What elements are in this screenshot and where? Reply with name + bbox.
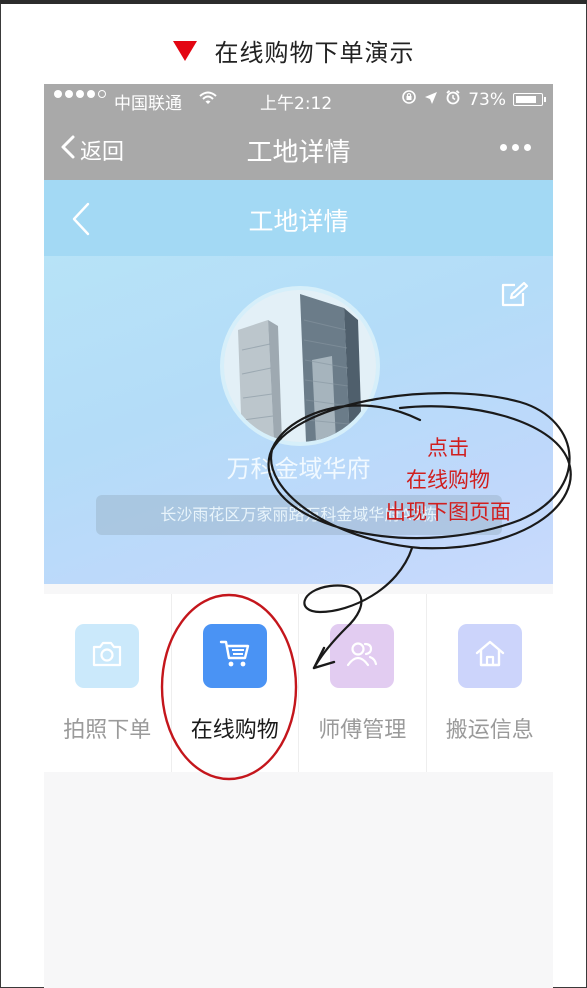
annotation-line-3: 出现下图页面: [385, 500, 511, 524]
cart-icon: [218, 638, 252, 674]
action-label: 搬运信息: [445, 718, 534, 743]
status-time: 上午2:12: [260, 94, 333, 114]
top-border: [0, 0, 587, 4]
camera-icon: [90, 640, 124, 672]
annotation-line-2: 在线购物: [406, 468, 490, 492]
battery-icon: [513, 93, 546, 106]
location-icon: [424, 90, 438, 110]
carrier-name: 中国联通: [114, 94, 182, 114]
status-right: 73%: [401, 89, 546, 110]
nav-title: 工地详情: [246, 138, 351, 168]
alarm-icon: [445, 89, 461, 110]
annotation-line-1: 点击: [427, 436, 469, 460]
users-icon: [345, 639, 379, 673]
action-moving-info[interactable]: 搬运信息: [427, 594, 554, 772]
home-icon: [474, 639, 506, 673]
nav-bar: 返回 工地详情: [44, 118, 553, 180]
action-label: 师傅管理: [318, 718, 407, 743]
more-icon[interactable]: [500, 144, 531, 151]
phone-screen: 中国联通 上午2:12 73% 返回 工地详情 工地详情 万科金域华府 长沙雨花…: [44, 84, 553, 988]
building-photo-icon: [224, 290, 376, 442]
caption: 在线购物下单演示: [0, 30, 587, 70]
action-photo-order[interactable]: 拍照下单: [44, 594, 172, 772]
page-header: 工地详情: [44, 180, 553, 256]
action-grid: 拍照下单 在线购物 师傅管理 搬运信息: [44, 594, 553, 772]
action-online-shopping[interactable]: 在线购物: [172, 594, 299, 772]
action-icon-tile: [202, 624, 267, 688]
action-icon-tile: [457, 624, 522, 688]
edit-icon[interactable]: [499, 281, 529, 313]
annotation-note: 点击 在线购物 出现下图页面: [358, 432, 538, 528]
action-label: 拍照下单: [63, 718, 152, 743]
status-bar: 中国联通 上午2:12 73%: [44, 84, 553, 118]
wifi-icon: [198, 90, 218, 111]
caption-title: 在线购物下单演示: [214, 38, 415, 67]
site-avatar: [220, 286, 380, 446]
rotation-lock-icon: [401, 89, 417, 110]
battery-percent: 73%: [468, 89, 506, 110]
action-worker-management[interactable]: 师傅管理: [299, 594, 427, 772]
action-label: 在线购物: [190, 718, 279, 743]
red-triangle-icon: [172, 41, 197, 61]
action-icon-tile: [75, 624, 140, 688]
site-hero: 万科金域华府 长沙雨花区万家丽路万科金域华府A3栋: [44, 256, 553, 584]
page-title: 工地详情: [248, 207, 349, 236]
signal-dots-icon: [54, 90, 106, 98]
action-icon-tile: [330, 624, 395, 688]
